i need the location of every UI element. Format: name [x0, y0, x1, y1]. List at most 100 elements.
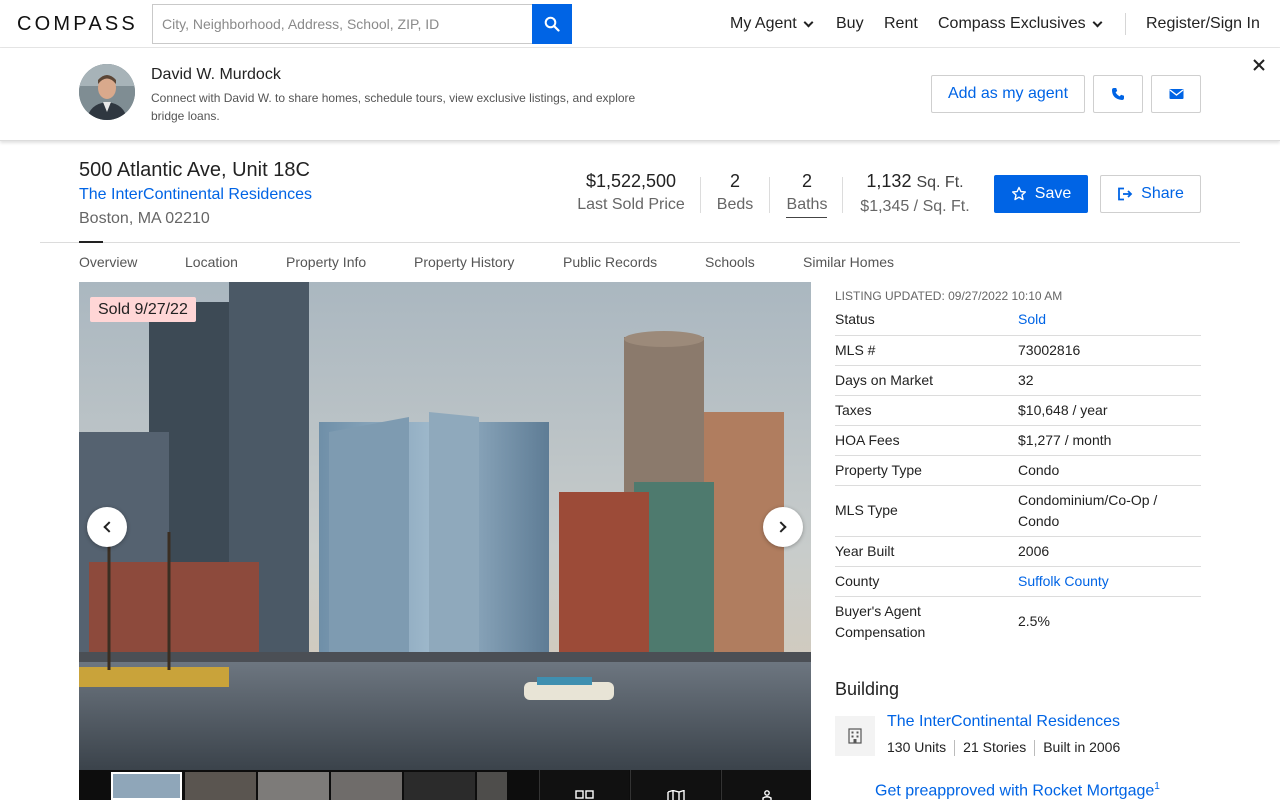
building-facts: 130 Units 21 Stories Built in 2006	[887, 739, 1120, 756]
grid-icon	[574, 790, 594, 799]
chevron-down-icon	[1092, 17, 1103, 27]
beds-value: 2	[729, 171, 740, 191]
detail-value: Condominium/Co-Op / Condo	[1018, 485, 1201, 537]
detail-key: Property Type	[835, 455, 1018, 486]
sqft-value: 1,132	[866, 171, 912, 191]
photo-thumbnail[interactable]	[185, 772, 256, 800]
nav-my-agent-label: My Agent	[730, 15, 797, 32]
tab-location[interactable]: Location	[185, 254, 238, 270]
building-year-built: Built in 2006	[1043, 739, 1121, 755]
photo-thumbnail[interactable]	[258, 772, 329, 800]
stat-divider	[842, 177, 843, 213]
share-label: Share	[1141, 185, 1184, 202]
photo-thumbnail[interactable]	[331, 772, 402, 800]
share-button[interactable]: Share	[1100, 175, 1201, 213]
county-link[interactable]: Suffolk County	[1018, 566, 1201, 597]
detail-key: MLS #	[835, 335, 1018, 366]
gallery-view-button[interactable]	[539, 770, 629, 800]
photo-thumbnail[interactable]	[111, 772, 182, 800]
next-photo-button[interactable]	[763, 507, 803, 547]
add-as-my-agent-button[interactable]: Add as my agent	[931, 75, 1085, 113]
listing-city: Boston, MA 02210	[79, 210, 210, 227]
search-input[interactable]	[152, 4, 532, 44]
tab-overview[interactable]: Overview	[79, 254, 137, 270]
search-icon	[544, 16, 560, 32]
nav-exclusives-label: Compass Exclusives	[938, 15, 1086, 32]
footnote-marker: 1	[1154, 781, 1160, 792]
email-agent-button[interactable]	[1151, 75, 1201, 113]
details-row-hoa-fees: HOA Fees $1,277 / month	[835, 425, 1201, 456]
sold-status-badge: Sold 9/27/22	[90, 297, 196, 322]
nav-buy[interactable]: Buy	[836, 15, 864, 33]
photo-thumbnail[interactable]	[477, 772, 507, 800]
rocket-mortgage-link[interactable]: Get preapproved with Rocket Mortgage1	[875, 781, 1160, 800]
agent-banner: David W. Murdock Connect with David W. t…	[0, 48, 1280, 141]
tab-property-info[interactable]: Property Info	[286, 254, 366, 270]
nav-register-sign-in[interactable]: Register/Sign In	[1146, 15, 1260, 33]
detail-value: $1,277 / month	[1018, 425, 1201, 456]
building-link[interactable]: The InterContinental Residences	[79, 186, 312, 204]
tab-schools[interactable]: Schools	[705, 254, 755, 270]
details-row-year-built: Year Built 2006	[835, 536, 1201, 567]
mortgage-link-text: Get preapproved with Rocket Mortgage	[875, 782, 1155, 800]
map-view-button[interactable]	[630, 770, 720, 800]
detail-key: Status	[835, 305, 1018, 336]
photo-thumbnail[interactable]	[404, 772, 475, 800]
save-button[interactable]: Save	[994, 175, 1088, 213]
detail-key: Taxes	[835, 395, 1018, 426]
sqft-stat: 1,132 Sq. Ft. $1,345 / Sq. Ft.	[852, 171, 978, 217]
tab-similar-homes[interactable]: Similar Homes	[803, 254, 894, 270]
facts-divider	[1034, 740, 1036, 756]
listing-photo[interactable]	[79, 282, 811, 770]
close-banner-button[interactable]	[1250, 56, 1268, 74]
detail-value: 32	[1018, 365, 1201, 396]
tab-property-history[interactable]: Property History	[414, 254, 514, 270]
sqft-unit: Sq. Ft.	[916, 174, 964, 191]
detail-key: County	[835, 566, 1018, 597]
tab-public-records[interactable]: Public Records	[563, 254, 657, 270]
price-stat: $1,522,500 Last Sold Price	[572, 171, 690, 215]
detail-key: Days on Market	[835, 365, 1018, 396]
chevron-down-icon	[803, 17, 814, 27]
beds-label: Beds	[716, 196, 754, 213]
details-row-status: Status Sold	[835, 305, 1201, 336]
details-row-county: County Suffolk County	[835, 566, 1201, 597]
details-row-mls-type: MLS Type Condominium/Co-Op / Condo	[835, 485, 1201, 537]
price-per-sqft: $1,345 / Sq. Ft.	[860, 198, 970, 215]
building-section-heading: Building	[835, 679, 900, 699]
baths-label: Baths	[786, 196, 828, 213]
detail-value: Condo	[1018, 455, 1201, 486]
listing-details-table: Status Sold MLS # 73002816 Days on Marke…	[835, 305, 1201, 647]
street-view-button[interactable]	[721, 770, 811, 800]
detail-value: 73002816	[1018, 335, 1201, 366]
detail-key: Buyer's Agent Compensation	[835, 602, 926, 640]
compass-logo[interactable]: COMPASS	[17, 13, 138, 36]
star-icon	[1011, 186, 1026, 201]
nav-my-agent[interactable]: My Agent	[730, 15, 814, 33]
details-row-property-type: Property Type Condo	[835, 455, 1201, 486]
person-icon	[761, 790, 772, 800]
stat-divider	[700, 177, 701, 213]
nav-rent[interactable]: Rent	[884, 15, 918, 33]
tabs-divider	[40, 242, 1240, 243]
top-navigation: COMPASS My Agent Buy Rent Compass Exclus…	[0, 0, 1280, 48]
previous-photo-button[interactable]	[87, 507, 127, 547]
baths-value: 2	[801, 171, 812, 191]
active-tab-indicator	[79, 241, 103, 243]
detail-key: MLS Type	[835, 485, 1018, 537]
search-button[interactable]	[532, 4, 572, 44]
baths-underline	[786, 217, 827, 218]
map-icon	[666, 790, 685, 800]
stat-divider	[769, 177, 770, 213]
detail-key: HOA Fees	[835, 425, 1018, 456]
facts-divider	[954, 740, 956, 756]
save-label: Save	[1034, 185, 1072, 202]
price-label: Last Sold Price	[577, 196, 685, 213]
call-agent-button[interactable]	[1093, 75, 1143, 113]
status-link[interactable]: Sold	[1018, 305, 1201, 336]
share-icon	[1118, 187, 1133, 201]
building-name-link[interactable]: The InterContinental Residences	[887, 713, 1120, 731]
close-icon	[1253, 59, 1265, 71]
nav-compass-exclusives[interactable]: Compass Exclusives	[938, 15, 1103, 33]
baths-stat[interactable]: 2 Baths	[783, 171, 831, 215]
